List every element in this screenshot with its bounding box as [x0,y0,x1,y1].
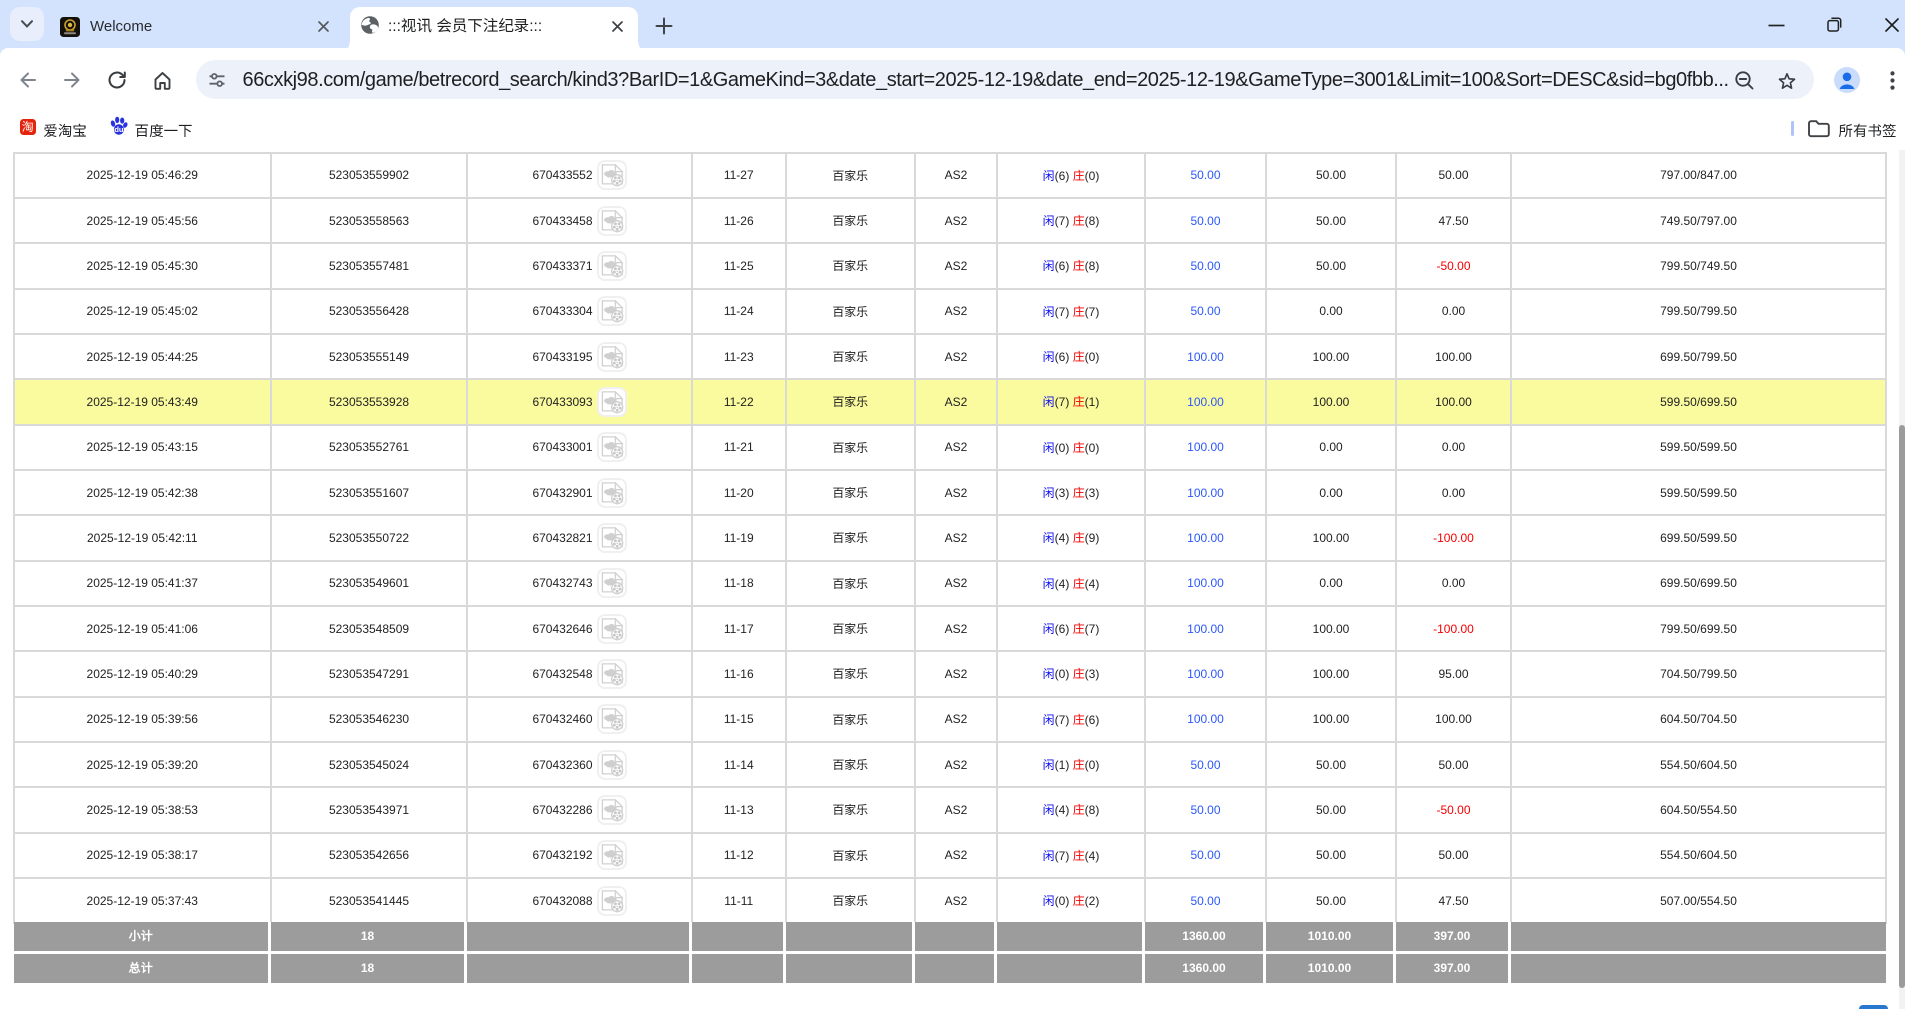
svg-text:du: du [114,125,124,134]
